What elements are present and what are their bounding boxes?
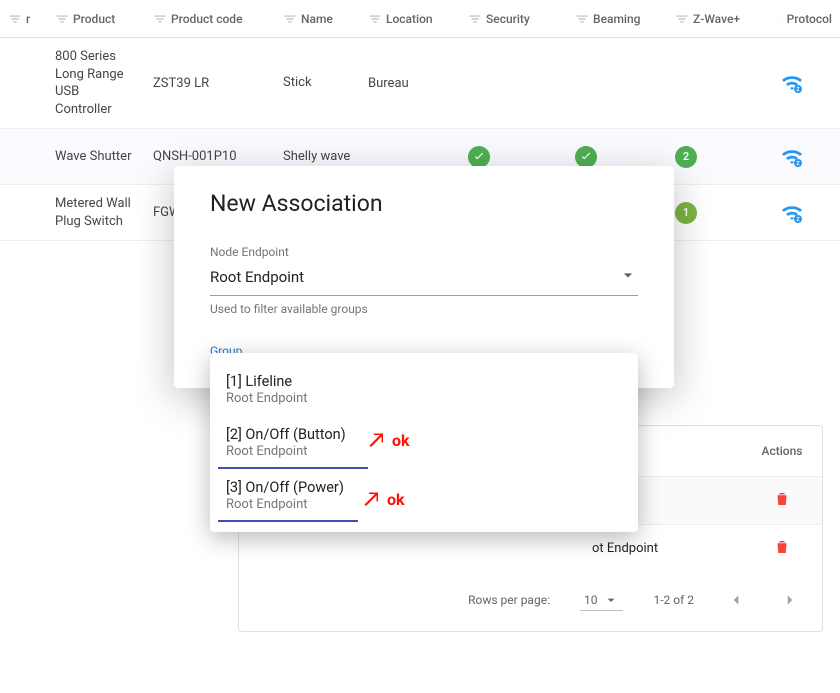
arrow-icon [368, 432, 386, 450]
group-option-lifeline[interactable]: [1] Lifeline Root Endpoint [210, 363, 638, 416]
annotation-text: ok [387, 490, 405, 509]
group-option-sub: Root Endpoint [226, 391, 622, 406]
group-option-onoff-button[interactable]: [2] On/Off (Button) Root Endpoint [210, 416, 638, 469]
chevron-down-icon [618, 265, 638, 289]
annotation-ok-2: ok [363, 490, 405, 509]
annotation-text: ok [392, 431, 410, 450]
node-endpoint-label: Node Endpoint [210, 245, 638, 259]
group-option-onoff-power[interactable]: [3] On/Off (Power) Root Endpoint [210, 469, 638, 522]
group-option-title: [1] Lifeline [226, 373, 622, 390]
group-option-title: [3] On/Off (Power) [226, 479, 622, 496]
group-option-sub: Root Endpoint [226, 497, 622, 512]
node-endpoint-value: Root Endpoint [210, 268, 304, 286]
dialog-title: New Association [210, 190, 638, 217]
annotation-ok-1: ok [368, 431, 410, 450]
node-endpoint-helper: Used to filter available groups [210, 302, 638, 316]
node-endpoint-select[interactable]: Root Endpoint [210, 261, 638, 296]
group-dropdown-menu: [1] Lifeline Root Endpoint [2] On/Off (B… [210, 353, 638, 532]
arrow-icon [363, 491, 381, 509]
group-option-sub: Root Endpoint [226, 444, 622, 459]
group-option-title: [2] On/Off (Button) [226, 426, 622, 443]
